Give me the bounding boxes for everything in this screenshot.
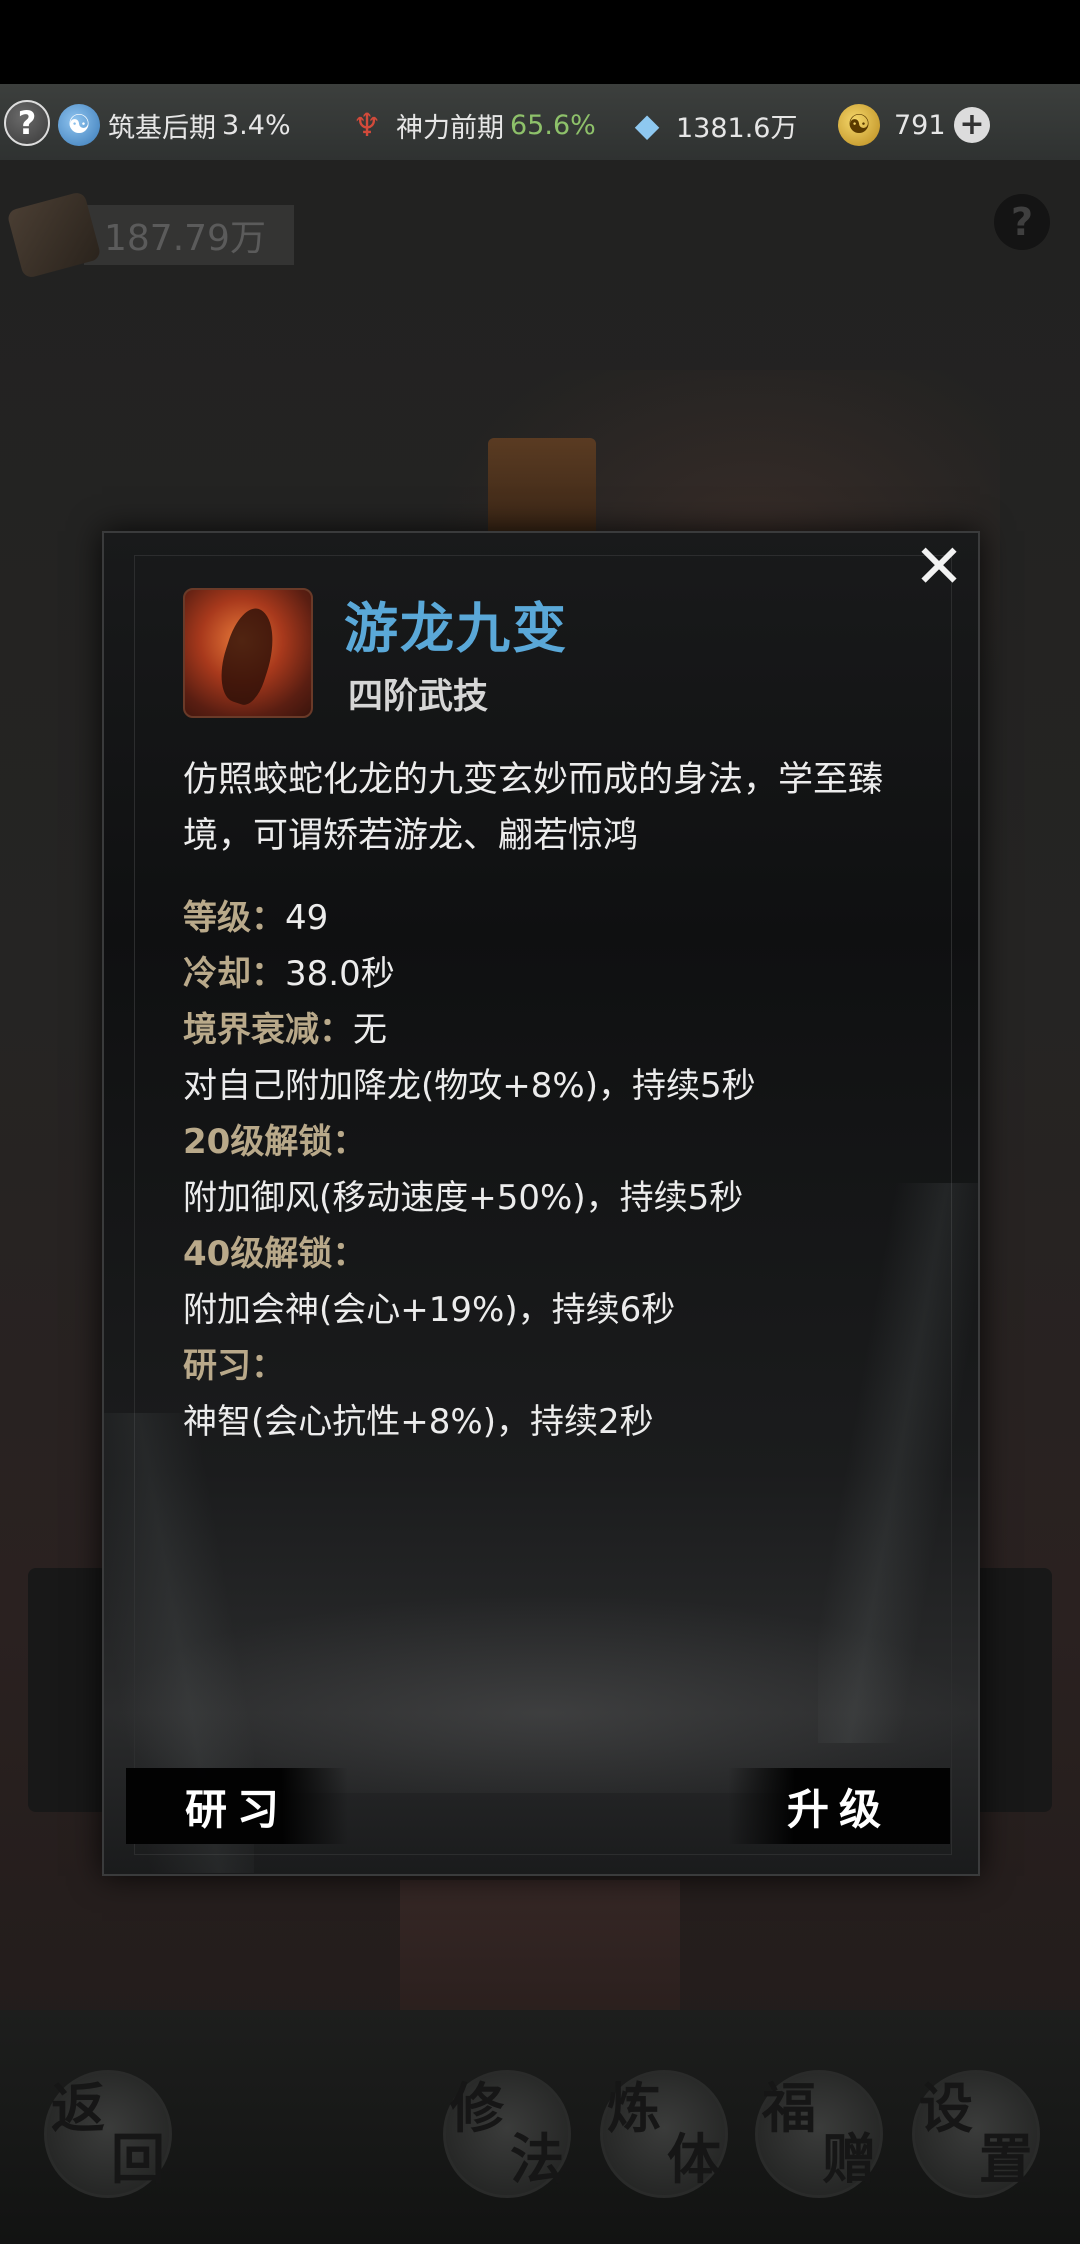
- unlock20-label: 20级解锁：: [183, 1122, 367, 1162]
- base-effect: 对自己附加降龙(物攻+8%)，持续5秒: [183, 1066, 756, 1106]
- level-label: 等级：: [183, 898, 285, 938]
- question-icon: ?: [1010, 200, 1034, 244]
- skill-name: 游龙九变: [344, 597, 568, 660]
- nav-gift-button[interactable]: 福 赠: [755, 2070, 883, 2198]
- skill-icon: [183, 588, 313, 718]
- crystal-icon: ◆: [634, 106, 660, 144]
- status-bar: [0, 0, 1080, 84]
- add-gold-button[interactable]: +: [954, 107, 990, 143]
- nav-gift-char1: 福: [762, 2075, 816, 2140]
- fist-skill-slot: [488, 438, 596, 538]
- nav-back-button[interactable]: 返 回: [44, 2070, 172, 2198]
- unlock40-effect: 附加会神(会心+19%)，持续6秒: [183, 1290, 676, 1330]
- realm-name: 筑基后期: [108, 112, 216, 144]
- nav-cultivate-char2: 法: [510, 2127, 564, 2191]
- level-value: 49: [285, 898, 329, 938]
- upgrade-button[interactable]: 升级: [728, 1768, 950, 1844]
- yin-yang-icon: ☯: [58, 104, 100, 146]
- study-label: 研习：: [183, 1346, 285, 1386]
- help-button[interactable]: ?: [4, 100, 50, 146]
- nav-back-char1: 返: [51, 2075, 105, 2140]
- unlock40-label: 40级解锁：: [183, 1234, 367, 1274]
- level-row: 等级：49: [183, 890, 923, 946]
- study-effect: 神智(会心抗性+8%)，持续2秒: [183, 1402, 654, 1442]
- flame-silhouette: [211, 603, 285, 709]
- nav-body-char1: 炼: [607, 2075, 661, 2140]
- nav-back-char2: 回: [111, 2127, 165, 2191]
- unlock20-effect: 附加御风(移动速度+50%)，持续5秒: [183, 1178, 744, 1218]
- close-icon: ✕: [913, 532, 965, 602]
- cooldown-value: 38.0秒: [285, 954, 395, 994]
- cooldown-label: 冷却：: [183, 954, 285, 994]
- scroll-value: 187.79万: [84, 205, 294, 265]
- scroll-icon: [6, 190, 102, 280]
- right-skill-slot: [972, 1568, 1052, 1812]
- spirit-stone-resource[interactable]: ◆ 1381.6万: [626, 103, 798, 147]
- gold-amount: 791: [894, 109, 946, 141]
- nav-settings-char1: 设: [919, 2075, 973, 2140]
- spirit-stone-amount: 1381.6万: [676, 112, 798, 144]
- nav-body-char2: 体: [667, 2127, 721, 2191]
- background-help-button: ?: [994, 194, 1050, 250]
- nav-settings-button[interactable]: 设 置: [912, 2070, 1040, 2198]
- nav-cultivate-button[interactable]: 修 法: [443, 2070, 571, 2198]
- question-icon: ?: [17, 104, 37, 142]
- study-button[interactable]: 研习: [126, 1768, 348, 1844]
- scroll-counter: 187.79万: [6, 190, 294, 280]
- nav-settings-char2: 置: [979, 2127, 1033, 2191]
- decay-label: 境界衰减：: [183, 1010, 353, 1050]
- cooldown-row: 冷却：38.0秒: [183, 946, 923, 1002]
- left-skill-slot: [28, 1568, 108, 1812]
- nav-body-button[interactable]: 炼 体: [600, 2070, 728, 2198]
- trident-icon: ♆: [352, 106, 382, 144]
- realm-resource[interactable]: ☯ 筑基后期 3.4%: [58, 103, 291, 147]
- power-name: 神力前期: [396, 112, 504, 144]
- realm-percent: 3.4%: [222, 109, 291, 141]
- nav-cultivate-char1: 修: [450, 2075, 504, 2140]
- power-resource[interactable]: ♆ 神力前期 65.6%: [346, 103, 596, 147]
- decay-value: 无: [353, 1010, 387, 1050]
- plus-icon: +: [959, 107, 985, 142]
- gold-ingot-icon: ☯: [838, 104, 880, 146]
- mist-decoration: [104, 1593, 982, 1793]
- skill-tier: 四阶武技: [348, 677, 489, 717]
- gold-resource[interactable]: ☯ 791: [838, 103, 946, 147]
- skill-stats: 等级：49 冷却：38.0秒 境界衰减：无 对自己附加降龙(物攻+8%)，持续5…: [183, 890, 923, 1450]
- skill-description: 仿照蛟蛇化龙的九变玄妙而成的身法，学至臻境，可谓矫若游龙、翩若惊鸿: [183, 760, 884, 856]
- power-percent: 65.6%: [510, 109, 596, 141]
- close-dialog-button[interactable]: ✕: [910, 537, 968, 597]
- nav-gift-char2: 赠: [822, 2127, 876, 2191]
- decay-row: 境界衰减：无: [183, 1002, 923, 1058]
